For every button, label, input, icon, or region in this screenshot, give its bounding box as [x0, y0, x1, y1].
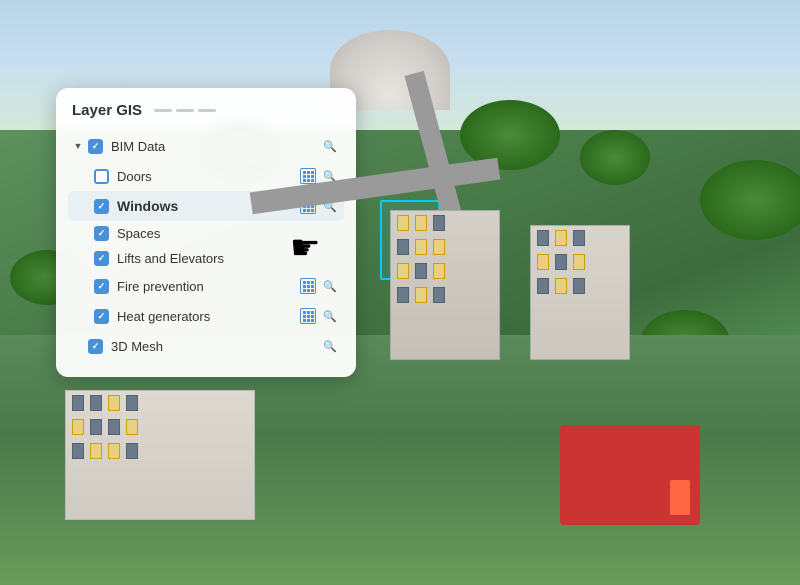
layer-name-doors: Doors	[117, 169, 300, 184]
panel-dashes	[154, 109, 216, 112]
checkbox-heat[interactable]: ✓	[94, 309, 109, 324]
checkbox-bim[interactable]: ✓	[88, 139, 103, 154]
checkbox-doors[interactable]	[94, 169, 109, 184]
checkbox-mesh[interactable]: ✓	[88, 339, 103, 354]
layer-gis-panel: Layer GIS ▼ ✓ BIM Data 🔍 Doors	[56, 88, 356, 377]
check-mark: ✓	[92, 142, 100, 151]
checkbox-lifts[interactable]: ✓	[94, 251, 109, 266]
layer-item-fire[interactable]: ✓ Fire prevention 🔍	[72, 271, 340, 301]
panel-header: Layer GIS	[72, 102, 340, 119]
check-mark-heat: ✓	[98, 312, 106, 321]
layer-item-heat[interactable]: ✓ Heat generators 🔍	[72, 301, 340, 331]
layer-icons-fire: 🔍	[300, 276, 340, 296]
table-icon-fire[interactable]	[300, 278, 316, 294]
search-icon-mesh[interactable]: 🔍	[320, 336, 340, 356]
checkbox-fire[interactable]: ✓	[94, 279, 109, 294]
layer-item-lifts[interactable]: ✓ Lifts and Elevators	[72, 246, 340, 271]
tree-patch	[700, 160, 800, 240]
search-icon-bim[interactable]: 🔍	[320, 136, 340, 156]
check-mark-fire: ✓	[98, 282, 106, 291]
tree-patch	[580, 130, 650, 185]
layer-item-mesh[interactable]: ✓ 3D Mesh 🔍	[72, 331, 340, 361]
layer-name-mesh: 3D Mesh	[111, 339, 320, 354]
layer-item-bim[interactable]: ▼ ✓ BIM Data 🔍	[72, 131, 340, 161]
layer-list: ▼ ✓ BIM Data 🔍 Doors 🔍	[72, 131, 340, 361]
layer-name-heat: Heat generators	[117, 309, 300, 324]
checkbox-windows[interactable]: ✓	[94, 199, 109, 214]
check-mark-spaces: ✓	[98, 229, 106, 238]
bottom-left-building	[65, 390, 255, 520]
slide	[670, 480, 690, 515]
right-building	[530, 225, 630, 360]
layer-name-bim: BIM Data	[111, 139, 320, 154]
table-icon-heat[interactable]	[300, 308, 316, 324]
tree-patch	[460, 100, 560, 170]
playground	[560, 425, 700, 525]
center-building	[390, 210, 500, 360]
layer-icons-heat: 🔍	[300, 306, 340, 326]
dash-2	[176, 109, 194, 112]
table-icon-doors[interactable]	[300, 168, 316, 184]
layer-item-spaces[interactable]: ✓ Spaces	[72, 221, 340, 246]
chevron-icon: ▼	[72, 140, 84, 152]
layer-name-fire: Fire prevention	[117, 279, 300, 294]
layer-name-spaces: Spaces	[117, 226, 340, 241]
layer-icons-mesh: 🔍	[320, 336, 340, 356]
checkbox-spaces[interactable]: ✓	[94, 226, 109, 241]
search-icon-fire[interactable]: 🔍	[320, 276, 340, 296]
check-mark-mesh: ✓	[92, 342, 100, 351]
panel-title: Layer GIS	[72, 102, 142, 119]
dash-3	[198, 109, 216, 112]
dash-1	[154, 109, 172, 112]
check-mark-windows: ✓	[98, 202, 106, 211]
layer-name-lifts: Lifts and Elevators	[117, 251, 340, 266]
check-mark-lifts: ✓	[98, 254, 106, 263]
layer-icons-bim: 🔍	[320, 136, 340, 156]
search-icon-heat[interactable]: 🔍	[320, 306, 340, 326]
